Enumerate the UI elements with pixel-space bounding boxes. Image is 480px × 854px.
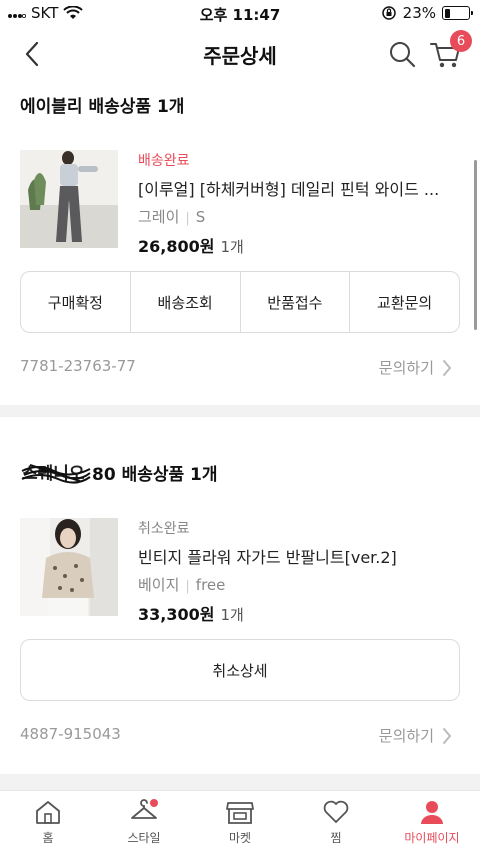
order-number: 7781-23763-77 — [20, 357, 136, 375]
shop-title-redacted: 스퀘니오 80 배송상품 1개 — [20, 460, 218, 485]
product-price: 26,800원 — [138, 237, 215, 256]
option-size: S — [195, 208, 206, 226]
bottom-tab-bar: 홈 스타일 마켓 찜 마이페이지 — [0, 790, 480, 854]
product-quantity: 1개 — [220, 238, 244, 256]
search-icon — [390, 42, 416, 68]
status-bar: SKT 오후 11:47 23% — [0, 0, 480, 26]
tab-market[interactable]: 마켓 — [192, 791, 288, 854]
confirm-purchase-button[interactable]: 구매확정 — [21, 272, 131, 332]
cart-button[interactable]: 6 — [428, 30, 472, 72]
section-divider — [0, 774, 480, 790]
product-options: 그레이 | S — [138, 206, 460, 227]
chevron-right-icon — [443, 359, 451, 376]
scrollbar[interactable] — [474, 160, 477, 330]
tab-label: 스타일 — [127, 831, 161, 845]
product-photo-wide-pants — [20, 150, 118, 248]
inquiry-label: 문의하기 — [378, 359, 434, 377]
order-action-buttons: 구매확정 배송조회 반품접수 교환문의 — [20, 271, 460, 333]
tab-label: 찜 — [330, 831, 342, 845]
chevron-right-icon — [443, 727, 451, 744]
cancel-detail-button[interactable]: 취소상세 — [20, 639, 460, 701]
battery-percent: 23% — [402, 4, 436, 22]
top-navigation-bar: 주문상세 6 — [0, 26, 480, 82]
status-bar-right: 23% — [381, 4, 473, 22]
cart-count-badge: 6 — [450, 30, 472, 52]
battery-fill — [444, 8, 450, 18]
tab-label: 홈 — [42, 831, 54, 845]
inquiry-label: 문의하기 — [378, 727, 434, 745]
return-request-button[interactable]: 반품접수 — [241, 272, 351, 332]
cancel-status: 취소완료 — [138, 521, 190, 537]
redacted-scribble: 스퀘니오 — [21, 464, 91, 484]
item-info: 배송완료 [이루얼] [하체커버형] 데일리 핀턱 와이드 ... 그레이 | S … — [138, 150, 460, 257]
product-quantity: 1개 — [220, 606, 244, 624]
order-item[interactable]: 배송완료 [이루얼] [하체커버형] 데일리 핀턱 와이드 ... 그레이 | S … — [20, 150, 460, 256]
delivery-status: 배송완료 — [138, 153, 190, 169]
search-button[interactable] — [386, 38, 418, 70]
product-thumbnail[interactable] — [20, 518, 118, 616]
option-size: free — [195, 576, 226, 594]
rotation-lock-icon — [381, 6, 396, 20]
battery-icon — [442, 6, 473, 20]
product-price: 33,300원 — [138, 605, 215, 624]
option-color: 베이지 — [138, 576, 180, 594]
shop-title-text: 80 배송상품 1개 — [92, 465, 218, 485]
product-options: 베이지 | free — [138, 574, 460, 595]
exchange-inquiry-button[interactable]: 교환문의 — [350, 272, 459, 332]
inquiry-link[interactable]: 문의하기 — [379, 725, 452, 746]
person-icon — [421, 801, 443, 824]
heart-icon — [323, 800, 349, 823]
tab-mypage[interactable]: 마이페이지 — [384, 791, 480, 854]
home-icon — [36, 801, 60, 824]
order-item[interactable]: 취소완료 빈티지 플라워 자가드 반팔니트[ver.2] 베이지 | free 33… — [20, 518, 460, 624]
product-price-row: 26,800원 1개 — [138, 233, 460, 257]
option-separator: | — [185, 579, 190, 594]
order-number: 4887-915043 — [20, 725, 121, 743]
tab-label: 마켓 — [228, 831, 252, 845]
new-indicator-dot — [149, 799, 158, 807]
tab-style[interactable]: 스타일 — [96, 791, 192, 854]
tab-home[interactable]: 홈 — [0, 791, 96, 854]
tab-label: 마이페이지 — [404, 831, 460, 845]
track-delivery-button[interactable]: 배송조회 — [131, 272, 241, 332]
store-icon — [226, 802, 254, 824]
shop-title-ably: 에이블리 배송상품 1개 — [20, 97, 185, 117]
product-name[interactable]: [이루얼] [하체커버형] 데일리 핀턱 와이드 ... — [138, 176, 460, 200]
product-thumbnail[interactable] — [20, 150, 118, 248]
section-divider — [0, 405, 480, 417]
option-separator: | — [185, 211, 190, 226]
inquiry-link[interactable]: 문의하기 — [379, 357, 452, 378]
product-name[interactable]: 빈티지 플라워 자가드 반팔니트[ver.2] — [138, 544, 460, 568]
tab-wishlist[interactable]: 찜 — [288, 791, 384, 854]
product-photo-knit-top — [20, 518, 118, 616]
item-info: 취소완료 빈티지 플라워 자가드 반팔니트[ver.2] 베이지 | free 33… — [138, 518, 460, 625]
product-price-row: 33,300원 1개 — [138, 601, 460, 625]
option-color: 그레이 — [138, 208, 180, 226]
